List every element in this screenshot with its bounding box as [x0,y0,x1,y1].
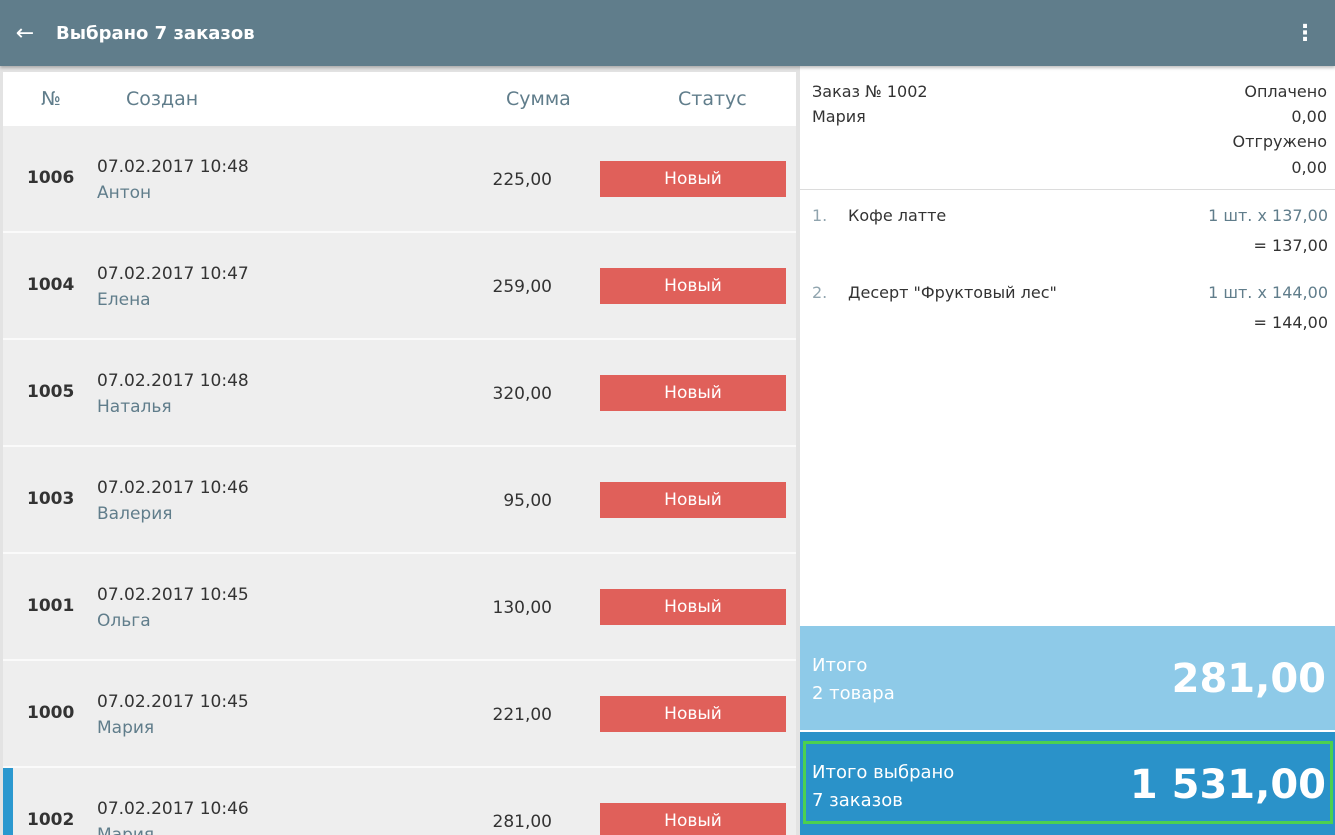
total-value: 281,00 [1171,656,1326,702]
total-label: Итого [812,655,868,676]
order-customer: Мария [812,107,866,126]
header-num: № [41,88,61,110]
order-number: 1005 [27,382,75,402]
item-name: Кофе латте [848,206,947,225]
customer-name: Наталья [97,397,172,417]
item-name: Десерт "Фруктовый лес" [848,283,1057,302]
customer-name: Ольга [97,611,151,631]
orders-list: 1006 07.02.2017 10:48 Антон 225,00 Новый… [3,126,796,835]
total-count: 2 товара [812,683,895,704]
page-title: Выбрано 7 заказов [56,22,255,44]
order-number: 1004 [27,275,75,295]
customer-name: Мария [97,718,155,738]
customer-name: Антон [97,183,152,203]
customer-name: Елена [97,290,151,310]
item-index: 1. [812,206,828,225]
order-row-selected[interactable]: 1002 07.02.2017 10:46 Мария 281,00 Новый [3,768,796,835]
order-sum: 221,00 [492,705,552,725]
order-date: 07.02.2017 10:46 [97,478,249,498]
order-title: Заказ № 1002 [812,82,928,101]
order-sum: 130,00 [492,598,552,618]
item-quantity: 1 шт. х 137,00 [1208,206,1328,225]
status-badge: Новый [600,161,786,197]
order-row[interactable]: 1000 07.02.2017 10:45 Мария 221,00 Новый [3,661,796,768]
selected-total-value: 1 531,00 [1129,762,1326,808]
header-created: Создан [126,88,199,110]
order-number: 1006 [27,168,75,188]
status-badge: Новый [600,268,786,304]
order-date: 07.02.2017 10:48 [97,157,249,177]
header-sum: Сумма [506,88,571,110]
paid-value: 0,00 [1291,107,1327,126]
order-sum: 225,00 [492,170,552,190]
back-arrow-icon[interactable]: ← [0,0,50,66]
order-sum: 259,00 [492,277,552,297]
order-row[interactable]: 1006 07.02.2017 10:48 Антон 225,00 Новый [3,126,796,233]
header-status: Статус [678,88,747,110]
order-date: 07.02.2017 10:45 [97,692,249,712]
order-date: 07.02.2017 10:46 [97,799,249,819]
order-detail-panel: Заказ № 1002 Мария Оплачено 0,00 Отгруже… [800,66,1335,835]
order-info: Заказ № 1002 Мария Оплачено 0,00 Отгруже… [800,66,1335,190]
selected-total-label: Итого выбрано [812,762,955,783]
order-sum: 95,00 [503,491,552,511]
order-date: 07.02.2017 10:45 [97,585,249,605]
status-badge: Новый [600,482,786,518]
status-badge: Новый [600,803,786,835]
more-menu-icon[interactable]: ⋮ [1287,0,1323,66]
order-number: 1003 [27,489,75,509]
customer-name: Мария [97,825,155,835]
shipped-value: 0,00 [1291,158,1327,177]
order-row[interactable]: 1003 07.02.2017 10:46 Валерия 95,00 Новы… [3,447,796,554]
item-index: 2. [812,283,828,302]
order-row[interactable]: 1005 07.02.2017 10:48 Наталья 320,00 Нов… [3,340,796,447]
order-sum: 281,00 [492,812,552,832]
order-date: 07.02.2017 10:48 [97,371,249,391]
status-badge: Новый [600,589,786,625]
orders-panel: № Создан Сумма Статус 1006 07.02.2017 10… [0,66,800,835]
app-bar: ← Выбрано 7 заказов ⋮ [0,0,1335,66]
item-total: = 144,00 [1253,313,1328,332]
order-number: 1002 [27,810,75,830]
status-badge: Новый [600,375,786,411]
item-total: = 137,00 [1253,236,1328,255]
order-sum: 320,00 [492,384,552,404]
order-date: 07.02.2017 10:47 [97,264,249,284]
order-number: 1000 [27,703,75,723]
order-item[interactable]: 2. Десерт "Фруктовый лес" 1 шт. х 144,00… [800,283,1335,343]
status-badge: Новый [600,696,786,732]
customer-name: Валерия [97,504,173,524]
order-number: 1001 [27,596,75,616]
order-total-panel: Итого 2 товара 281,00 [800,626,1335,730]
item-quantity: 1 шт. х 144,00 [1208,283,1328,302]
selected-total-count: 7 заказов [812,790,903,811]
shipped-label: Отгружено [1232,132,1327,151]
table-header: № Создан Сумма Статус [3,72,796,126]
paid-label: Оплачено [1244,82,1327,101]
order-item[interactable]: 1. Кофе латте 1 шт. х 137,00 = 137,00 [800,206,1335,266]
selected-total-panel: Итого выбрано 7 заказов 1 531,00 [800,732,1335,835]
order-row[interactable]: 1001 07.02.2017 10:45 Ольга 130,00 Новый [3,554,796,661]
order-row[interactable]: 1004 07.02.2017 10:47 Елена 259,00 Новый [3,233,796,340]
